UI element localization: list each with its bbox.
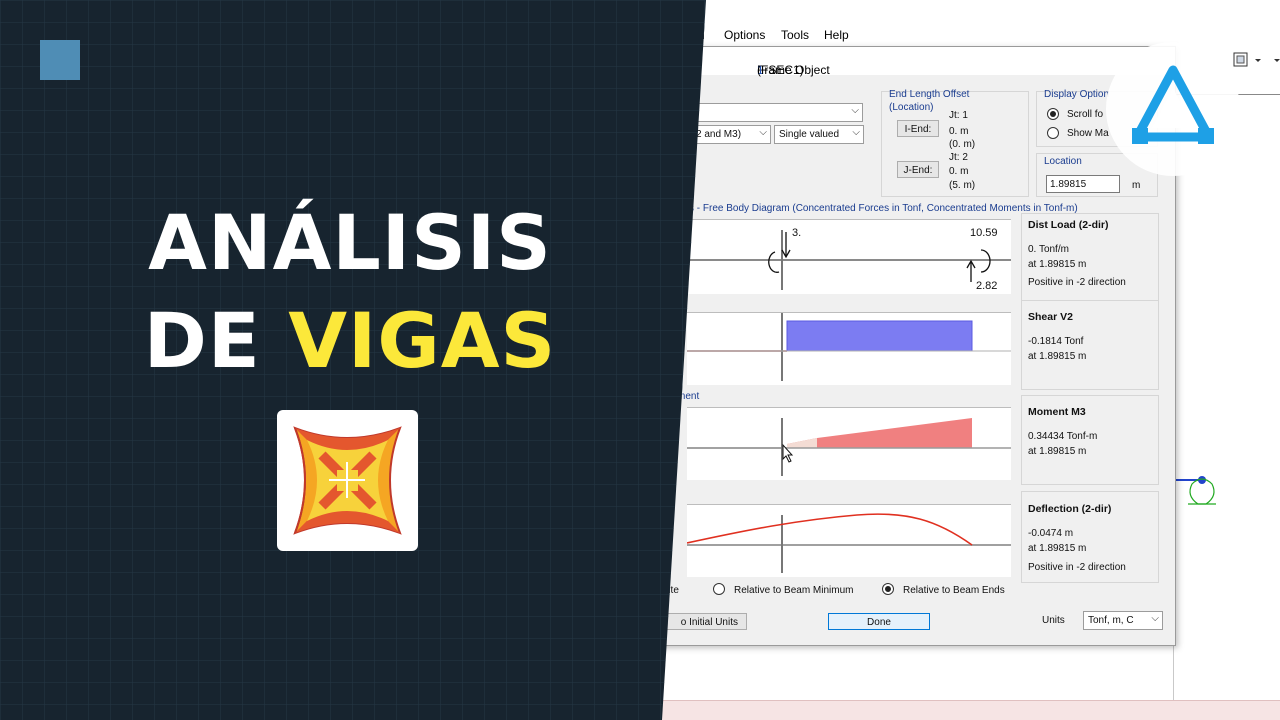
relative-beam-min-label: Relative to Beam Minimum <box>734 585 854 596</box>
reset-initial-units-button[interactable]: o Initial Units <box>651 613 747 630</box>
absolute-option-label: ute <box>665 585 679 596</box>
case-dropdown[interactable]: ⌵ <box>661 103 863 122</box>
fbd-plot: 3. 10.59 2.82 <box>687 219 1011 294</box>
menu-item-help[interactable]: Help <box>824 28 849 42</box>
show-max-option-label: Show Ma <box>1067 128 1109 139</box>
location-unit: m <box>1132 180 1141 191</box>
dist-load-at: at 1.89815 m <box>1028 259 1087 270</box>
deflection-info: Deflection (2-dir) -0.0474 m at 1.89815 … <box>1021 491 1159 583</box>
units-label: Units <box>1042 615 1065 626</box>
chevron-down-icon: ⌵ <box>852 127 860 138</box>
shear-diagram <box>687 313 1011 381</box>
moment-panel-label: ment <box>677 391 700 402</box>
menu-bar: n Options Tools Help <box>0 24 1280 46</box>
dialog-title-bar: Frame Object 1 (FSEC1) <box>641 47 1175 77</box>
end-length-offset-group: End Length Offset (Location) I-End: J-En… <box>881 89 1029 197</box>
beam-diagram-dialog: Frame Object 1 (FSEC1) ⌵ (V2 and M3) ⌵ Si… <box>640 46 1176 646</box>
show-max-radio[interactable] <box>1047 127 1059 139</box>
j-end-button[interactable]: J-End: <box>897 161 939 178</box>
moment-value: 0.34434 Tonf-m <box>1028 431 1098 442</box>
deflection-at: at 1.89815 m <box>1028 543 1087 554</box>
deflection-plot <box>687 504 1011 577</box>
fbd-header: s - Free Body Diagram (Concentrated Forc… <box>689 203 1078 214</box>
scroll-radio[interactable] <box>1047 108 1059 120</box>
title-line-2: DE VIGAS <box>143 296 557 385</box>
bottom-status-strip <box>660 700 1280 720</box>
moment-info: Moment M3 0.34434 Tonf-m at 1.89815 m <box>1021 395 1159 485</box>
end-length-offset-sublabel: (Location) <box>889 102 934 113</box>
triangle-channel-logo <box>1106 42 1240 176</box>
deflection-title: Deflection (2-dir) <box>1028 503 1112 515</box>
shear-at: at 1.89815 m <box>1028 351 1087 362</box>
background-model-view <box>1175 94 1280 694</box>
j-end-value: 0. m <box>949 166 969 177</box>
deflection-value: -0.0474 m <box>1028 528 1074 539</box>
i-end-value: 0. m <box>949 126 969 137</box>
moment-diagram <box>687 418 1011 476</box>
shear-info: Shear V2 -0.1814 Tonf at 1.89815 m <box>1021 300 1159 390</box>
fbd-drawing <box>687 230 1011 290</box>
menu-item-tools[interactable]: Tools <box>781 28 809 42</box>
sap2000-logo <box>277 410 418 551</box>
menu-item-partial[interactable]: n <box>698 28 705 42</box>
sap2000-logo-icon <box>293 426 402 535</box>
done-button[interactable]: Done <box>828 613 930 630</box>
shear-value: -0.1814 Tonf <box>1028 336 1084 347</box>
relative-beam-min-radio[interactable] <box>713 583 725 595</box>
moment-arrow-icon <box>768 251 780 273</box>
end-length-offset-label: End Length Offset <box>889 89 970 100</box>
blue-square-decor <box>40 40 80 80</box>
fbd-right-force: 2.82 <box>976 280 998 292</box>
i-end-joint: Jt: 1 <box>949 110 968 121</box>
deflection-diagram <box>687 513 1011 573</box>
chevron-down-icon: ⌵ <box>1151 613 1159 624</box>
dist-load-note: Positive in -2 direction <box>1028 277 1126 288</box>
j-end-joint: Jt: 2 <box>949 152 968 163</box>
fbd-left-force: 3. <box>792 227 802 239</box>
dist-load-title: Dist Load (2-dir) <box>1028 219 1109 231</box>
triangle-logo-icon <box>1132 65 1214 144</box>
fbd-right-moment: 10.59 <box>970 227 998 239</box>
scroll-option-label: Scroll fo <box>1067 109 1104 120</box>
location-label: Location <box>1044 156 1082 167</box>
chevron-down-icon: ⌵ <box>851 105 859 116</box>
valued-dropdown[interactable]: Single valued ⌵ <box>774 125 864 144</box>
moment-at: at 1.89815 m <box>1028 446 1087 457</box>
relative-beam-ends-label: Relative to Beam Ends <box>903 585 1005 596</box>
chevron-down-icon: ⌵ <box>759 127 767 138</box>
moment-plot <box>687 407 1011 480</box>
chevron-down-icon[interactable] <box>1255 59 1261 62</box>
moment-title: Moment M3 <box>1028 406 1086 418</box>
shear-plot <box>687 312 1011 385</box>
chevron-down-icon[interactable] <box>1274 59 1280 62</box>
units-dropdown[interactable]: Tonf, m, C ⌵ <box>1083 611 1163 630</box>
component-dropdown[interactable]: (V2 and M3) ⌵ <box>681 125 771 144</box>
i-end-button[interactable]: I-End: <box>897 120 939 137</box>
menu-item-options[interactable]: Options <box>724 28 765 42</box>
shear-title: Shear V2 <box>1028 311 1073 323</box>
dist-load-info: Dist Load (2-dir) 0. Tonf/m at 1.89815 m… <box>1021 213 1159 301</box>
title-line-1: ANÁLISIS <box>148 198 552 287</box>
display-options-label: Display Option <box>1044 89 1110 100</box>
deflection-note: Positive in -2 direction <box>1028 562 1126 573</box>
dist-load-value: 0. Tonf/m <box>1028 244 1069 255</box>
i-end-location: (0. m) <box>949 139 976 150</box>
support-symbol <box>1170 476 1216 505</box>
relative-beam-ends-radio[interactable] <box>882 583 894 595</box>
location-input[interactable]: 1.89815 <box>1046 175 1120 193</box>
j-end-location: (5. m) <box>949 180 976 191</box>
